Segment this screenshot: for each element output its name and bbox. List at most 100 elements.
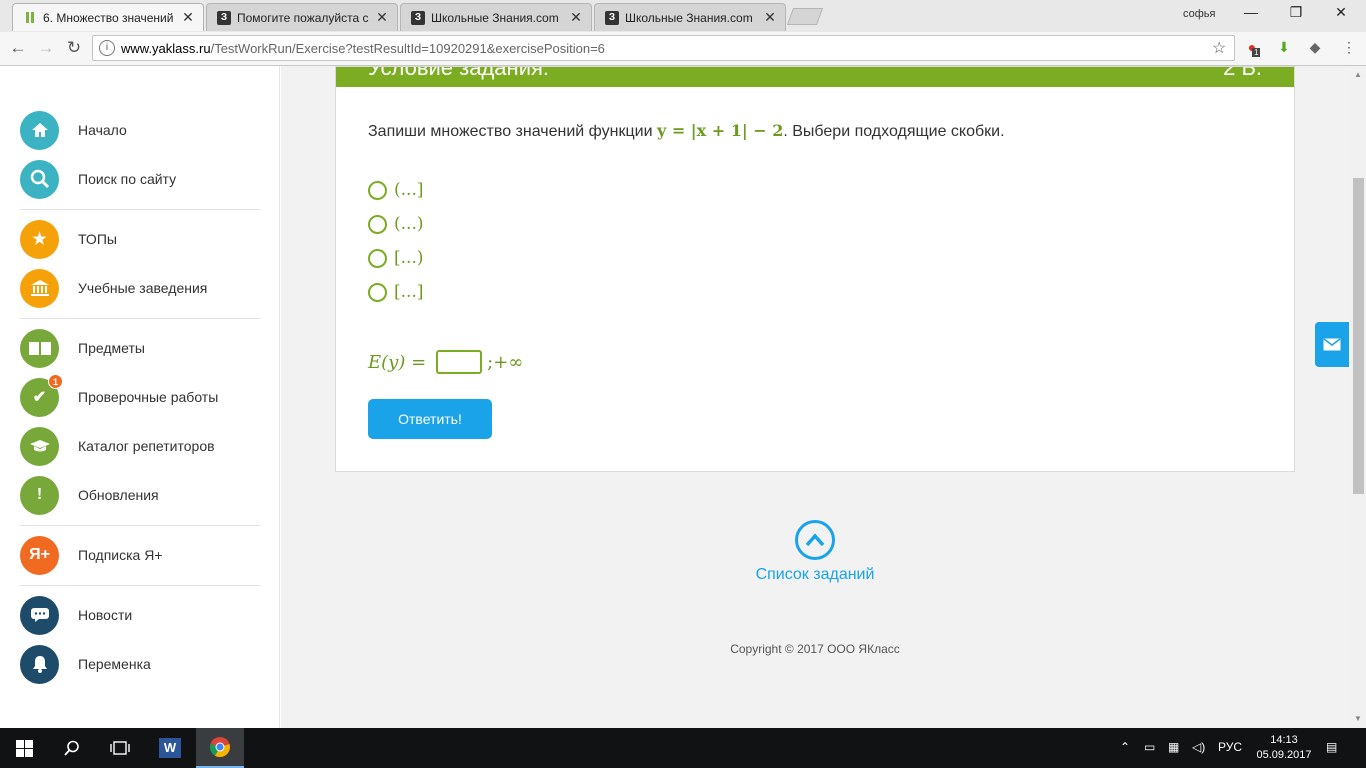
tab-title: 6. Множество значений bbox=[43, 10, 174, 25]
reload-icon[interactable]: ↻ bbox=[63, 38, 85, 58]
word-app-icon[interactable]: W bbox=[146, 728, 194, 768]
znanija-favicon-icon: З bbox=[411, 10, 425, 25]
chrome-app-icon[interactable] bbox=[196, 728, 244, 768]
option-label: [...) bbox=[394, 248, 424, 268]
forward-arrow-icon[interactable]: → bbox=[35, 38, 57, 58]
radio-button[interactable] bbox=[368, 180, 387, 200]
feedback-mail-button[interactable] bbox=[1315, 322, 1349, 367]
bookmark-star-icon[interactable]: ☆ bbox=[1212, 38, 1234, 58]
tab-close-icon[interactable]: ✕ bbox=[375, 9, 389, 26]
sidebar-item-label: Каталог репетиторов bbox=[78, 438, 215, 454]
sidebar-item-tutors[interactable]: Каталог репетиторов bbox=[20, 426, 260, 466]
scroll-up-icon[interactable]: ▲ bbox=[1354, 70, 1362, 79]
windows-start-icon[interactable] bbox=[0, 728, 48, 768]
sidebar-item-subscription[interactable]: Я+ Подписка Я+ bbox=[20, 535, 260, 575]
browser-toolbar: ← → ↻ i www.yaklass.ru/TestWorkRun/Exerc… bbox=[0, 32, 1366, 66]
sidebar-item-news[interactable]: Новости bbox=[20, 595, 260, 635]
znanija-favicon-icon: З bbox=[217, 10, 231, 25]
tab-close-icon[interactable]: ✕ bbox=[763, 9, 777, 26]
clock[interactable]: 14:13 05.09.2017 bbox=[1252, 733, 1316, 763]
radio-button[interactable] bbox=[368, 282, 387, 302]
language-indicator[interactable]: РУС bbox=[1218, 740, 1242, 754]
sidebar-item-tests[interactable]: ✔ 1 Проверочные работы bbox=[20, 373, 260, 417]
word-icon: W bbox=[159, 738, 181, 758]
option-label: (...) bbox=[394, 214, 424, 234]
extension-badge: 1 bbox=[1252, 48, 1261, 57]
sidebar-divider bbox=[20, 525, 260, 526]
task-card: Условие задания: 2 Б. Запиши множество з… bbox=[335, 66, 1295, 472]
cube-extension-icon[interactable]: ◆ bbox=[1306, 39, 1324, 57]
sidebar-item-home[interactable]: Начало bbox=[20, 110, 260, 150]
sidebar-divider bbox=[20, 585, 260, 586]
tab-znanija-2[interactable]: З Школьные Знания.com ✕ bbox=[400, 3, 592, 31]
sidebar-item-updates[interactable]: ! Обновления bbox=[20, 475, 260, 515]
znanija-favicon-icon: З bbox=[605, 10, 619, 25]
question-text: Запиши множество значений функции y = |x… bbox=[368, 121, 1005, 141]
option-3[interactable]: [...) bbox=[368, 247, 423, 269]
minimize-icon[interactable]: — bbox=[1236, 4, 1266, 20]
scroll-down-icon[interactable]: ▼ bbox=[1354, 714, 1362, 723]
sidebar-divider bbox=[20, 318, 260, 319]
submit-answer-button[interactable]: Ответить! bbox=[368, 399, 492, 439]
chevron-up-icon bbox=[805, 533, 825, 547]
page-scrollbar[interactable]: ▲ ▼ bbox=[1351, 66, 1366, 728]
yaklass-favicon-icon bbox=[23, 11, 37, 25]
option-4[interactable]: [...] bbox=[368, 281, 423, 303]
tab-close-icon[interactable]: ✕ bbox=[569, 9, 583, 26]
bell-icon bbox=[20, 644, 59, 684]
radio-button[interactable] bbox=[368, 214, 387, 234]
battery-icon[interactable]: ▭ bbox=[1144, 740, 1155, 754]
institution-icon bbox=[20, 268, 59, 308]
sidebar-item-break[interactable]: Переменка bbox=[20, 644, 260, 684]
sidebar-item-search[interactable]: Поиск по сайту bbox=[20, 159, 260, 199]
task-header-title: Условие задания: bbox=[368, 67, 550, 80]
task-header: Условие задания: 2 Б. bbox=[336, 67, 1294, 87]
checkmark-icon: ✔ 1 bbox=[20, 373, 63, 417]
address-bar[interactable]: i www.yaklass.ru/TestWorkRun/Exercise?te… bbox=[92, 35, 1235, 61]
browser-tabstrip: 6. Множество значений ✕ З Помогите пожал… bbox=[0, 0, 1366, 32]
sidebar-item-subjects[interactable]: Предметы bbox=[20, 328, 260, 368]
radio-button[interactable] bbox=[368, 248, 387, 268]
close-window-icon[interactable]: ✕ bbox=[1326, 4, 1356, 21]
tab-znanija-3[interactable]: З Школьные Знания.com ✕ bbox=[594, 3, 786, 31]
profile-name[interactable]: софья bbox=[1183, 8, 1215, 20]
task-score: 2 Б. bbox=[1223, 67, 1262, 80]
equation-tail: ;+∞ bbox=[487, 351, 524, 373]
chrome-menu-icon[interactable]: ⋮ bbox=[1340, 39, 1358, 57]
sidebar: Начало Поиск по сайту ★ ТОПы Учебные зав… bbox=[0, 66, 280, 728]
answer-input[interactable] bbox=[436, 350, 483, 374]
search-icon[interactable] bbox=[48, 728, 96, 768]
sidebar-item-label: Начало bbox=[78, 122, 127, 138]
volume-icon[interactable]: ◁) bbox=[1192, 740, 1205, 754]
task-list-button[interactable] bbox=[795, 520, 835, 560]
sidebar-item-label: Обновления bbox=[78, 487, 159, 503]
tab-znanija-1[interactable]: З Помогите пожалуйста с ✕ bbox=[206, 3, 398, 31]
tab-close-icon[interactable]: ✕ bbox=[181, 9, 195, 26]
task-list-link[interactable]: Список заданий bbox=[715, 566, 915, 584]
task-view-icon[interactable] bbox=[96, 728, 144, 768]
download-extension-icon[interactable]: ⬇ bbox=[1275, 39, 1293, 57]
option-1[interactable]: (...] bbox=[368, 179, 423, 201]
sidebar-divider bbox=[20, 209, 260, 210]
extension-adblock-icon[interactable]: ● 1 bbox=[1243, 39, 1261, 57]
action-center-icon[interactable]: ▤ bbox=[1326, 740, 1337, 754]
sidebar-item-label: ТОПы bbox=[78, 231, 117, 247]
network-icon[interactable]: ▦ bbox=[1168, 740, 1179, 754]
site-info-icon[interactable]: i bbox=[99, 40, 115, 56]
sidebar-item-tops[interactable]: ★ ТОПы bbox=[20, 219, 260, 259]
option-2[interactable]: (...) bbox=[368, 213, 423, 235]
restore-icon[interactable]: ❐ bbox=[1281, 4, 1311, 21]
tray-chevron-icon[interactable]: ⌃ bbox=[1120, 740, 1130, 754]
new-tab-button[interactable] bbox=[786, 8, 824, 25]
equation-lhs: E(y) = bbox=[368, 351, 427, 373]
yaplus-icon: Я+ bbox=[20, 535, 59, 575]
option-label: (...] bbox=[394, 180, 424, 200]
tab-yaklass[interactable]: 6. Множество значений ✕ bbox=[12, 3, 204, 31]
back-arrow-icon[interactable]: ← bbox=[7, 38, 29, 58]
tab-title: Помогите пожалуйста с bbox=[237, 10, 369, 25]
sidebar-item-label: Переменка bbox=[78, 656, 151, 672]
sidebar-item-schools[interactable]: Учебные заведения bbox=[20, 268, 260, 308]
sidebar-item-label: Предметы bbox=[78, 340, 145, 356]
url-text[interactable]: www.yaklass.ru/TestWorkRun/Exercise?test… bbox=[121, 41, 1212, 56]
scrollbar-thumb[interactable] bbox=[1353, 178, 1364, 494]
